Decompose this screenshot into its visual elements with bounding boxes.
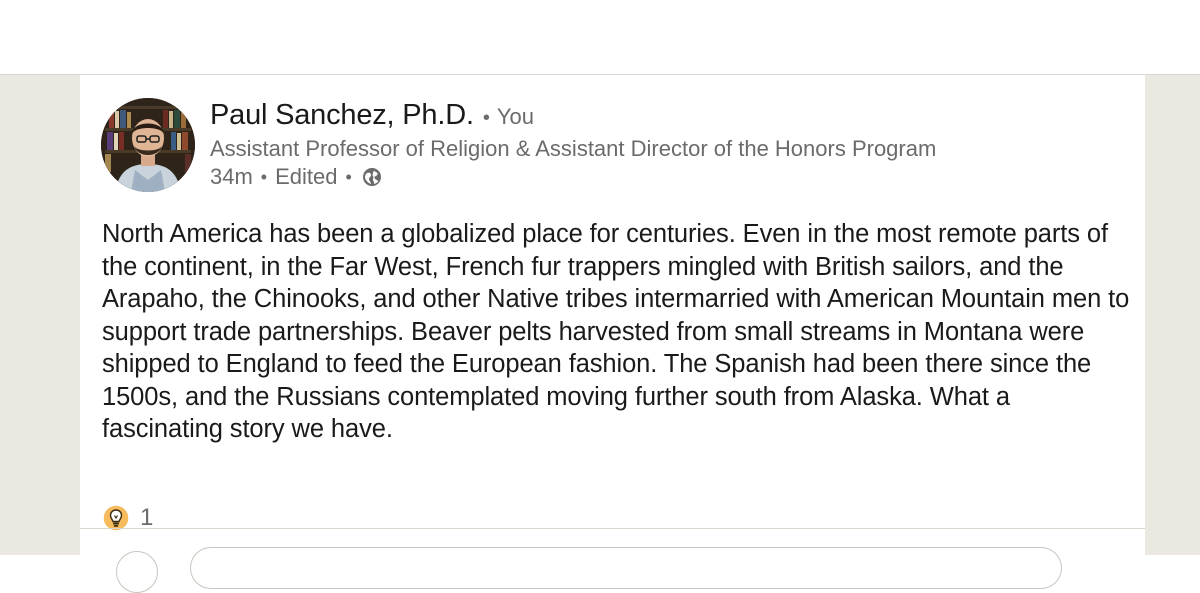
comment-input[interactable] [190,547,1062,589]
meta-separator: • [260,166,268,187]
globe-icon [362,167,382,187]
comment-composer [80,528,1145,593]
edited-label: Edited [275,164,338,189]
meta-separator: • [345,166,352,187]
author-avatar[interactable] [101,98,195,192]
post-body-text: North America has been a globalized plac… [102,220,1130,443]
name-separator: • [482,107,490,129]
post-time: 34m [210,164,253,189]
author-name[interactable]: Paul Sanchez, Ph.D. [210,99,474,132]
author-name-row: Paul Sanchez, Ph.D. • You [210,99,534,132]
author-photo [101,98,195,192]
top-navigation-bar [0,0,1200,75]
post-card: Paul Sanchez, Ph.D. • You Assistant Prof… [80,75,1145,593]
you-label: You [496,104,534,129]
commenter-avatar [116,551,158,593]
author-headline: Assistant Professor of Religion & Assist… [210,136,937,161]
post-meta: 34m • Edited • [210,164,382,190]
